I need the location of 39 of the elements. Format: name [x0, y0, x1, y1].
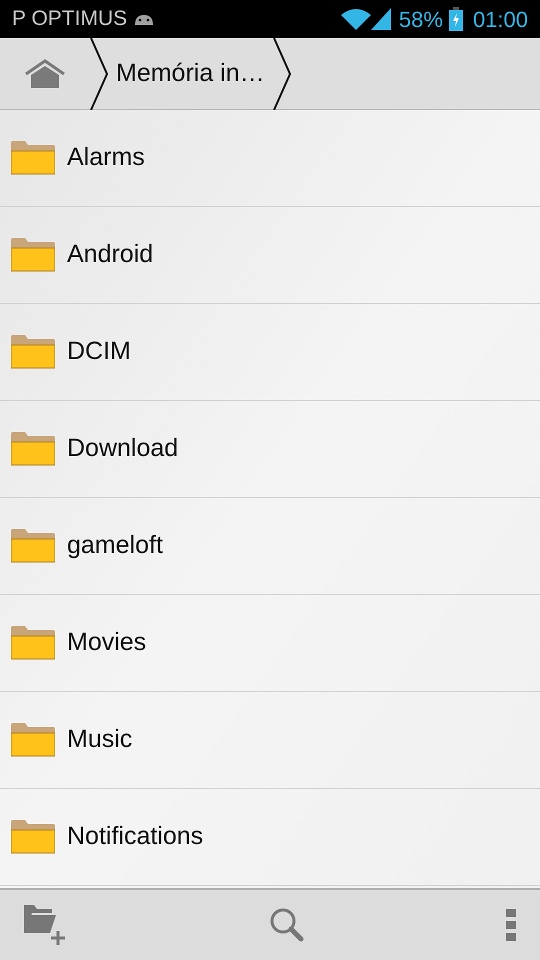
battery-percent: 58%: [398, 6, 443, 34]
folder-name: Android: [67, 239, 154, 270]
breadcrumb-separator: [90, 38, 108, 110]
breadcrumb-separator: [272, 38, 291, 110]
folder-row[interactable]: Notifications: [0, 789, 540, 886]
new-folder-button[interactable]: [24, 905, 68, 945]
search-icon: [270, 908, 304, 942]
folder-name: Movies: [67, 627, 146, 658]
new-folder-icon: [24, 905, 68, 945]
clock-time: 01:00: [472, 6, 528, 34]
folder-row[interactable]: DCIM: [0, 304, 540, 401]
search-button[interactable]: [270, 908, 304, 942]
menu-icon: [506, 909, 516, 941]
overflow-menu-button[interactable]: [506, 909, 516, 941]
folder-icon: [11, 432, 55, 466]
folder-icon: [11, 335, 55, 369]
folder-row[interactable]: Music: [0, 692, 540, 789]
folder-name: Notifications: [67, 821, 204, 852]
folder-icon: [11, 141, 55, 175]
carrier-name: P OPTIMUS: [12, 6, 128, 32]
folder-name: Alarms: [67, 142, 145, 174]
folder-row[interactable]: Android: [0, 207, 540, 304]
folder-icon: [11, 238, 55, 272]
home-icon: [24, 58, 66, 90]
signal-icon: [370, 8, 391, 30]
folder-row[interactable]: Download: [0, 401, 540, 498]
folder-row[interactable]: Alarms: [0, 110, 540, 207]
folder-name: DCIM: [67, 336, 131, 368]
folder-name: gameloft: [67, 530, 163, 562]
folder-name: Music: [67, 724, 132, 756]
wifi-icon: [340, 8, 371, 30]
folder-icon: [11, 529, 55, 563]
folder-row[interactable]: Movies: [0, 595, 540, 692]
folder-icon: [11, 626, 55, 660]
folder-row[interactable]: gameloft: [0, 498, 540, 595]
folder-name: Download: [67, 433, 178, 464]
folder-icon: [11, 723, 55, 757]
folder-icon: [11, 820, 55, 854]
battery-charging-icon: [448, 7, 463, 31]
